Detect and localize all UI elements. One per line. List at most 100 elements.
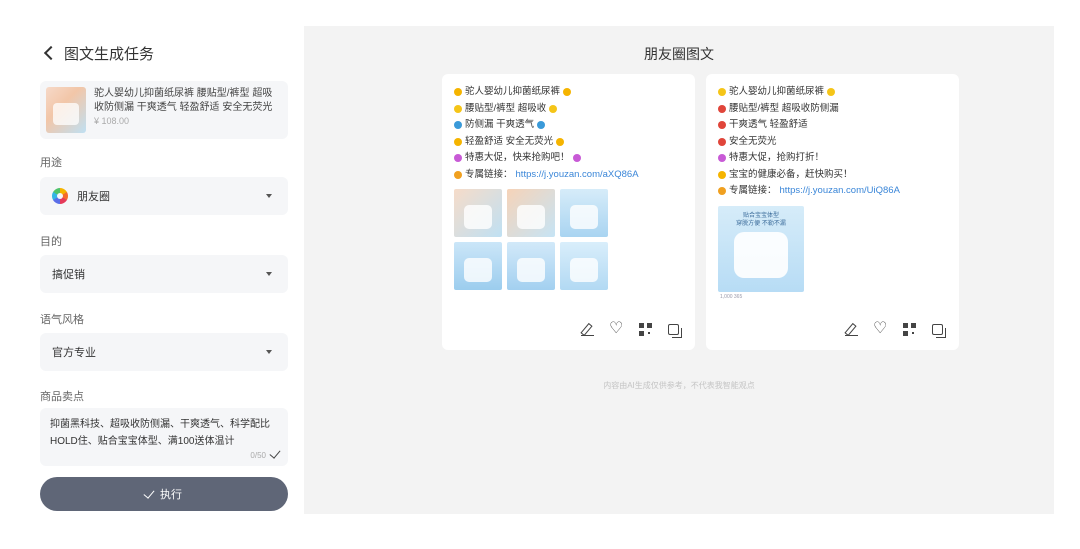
emoji-icon bbox=[454, 170, 462, 179]
pencil-icon[interactable] bbox=[581, 323, 594, 336]
card1-line-text: 驼人婴幼儿抑菌纸尿裤 bbox=[465, 86, 561, 97]
emoji-icon bbox=[454, 154, 462, 163]
execute-label: 执行 bbox=[160, 489, 182, 501]
grid-image[interactable] bbox=[454, 242, 502, 290]
emoji-icon bbox=[537, 121, 546, 130]
preview-title: 朋友圈图文 bbox=[644, 46, 714, 62]
card-actions bbox=[845, 318, 946, 338]
card1-line-text: 防侧漏 干爽透气 bbox=[465, 119, 535, 130]
usage-label: 用途 bbox=[40, 157, 62, 169]
emoji-icon bbox=[454, 104, 462, 113]
back-button[interactable]: 图文生成任务 bbox=[42, 42, 154, 64]
copy-icon[interactable] bbox=[932, 324, 946, 338]
emoji-icon bbox=[718, 88, 726, 97]
card1-line: 驼人婴幼儿抑菌纸尿裤 bbox=[454, 84, 683, 101]
char-counter: 0/50 bbox=[250, 447, 281, 464]
grid-image[interactable] bbox=[560, 189, 608, 237]
moments-card-2[interactable]: 驼人婴幼儿抑菌纸尿裤 腰贴型/裤型 超吸收防侧漏 干爽透气 轻盈舒适 安全无荧光… bbox=[706, 74, 959, 350]
tone-value: 官方专业 bbox=[52, 347, 96, 359]
card1-line: 轻盈舒适 安全无荧光 bbox=[454, 134, 683, 151]
card1-line: 腰贴型/裤型 超吸收 bbox=[454, 101, 683, 118]
emoji-icon bbox=[549, 104, 558, 113]
caret-down-icon bbox=[266, 350, 272, 354]
heart-icon[interactable] bbox=[609, 318, 623, 338]
card2-line: 专属链接： https://j.youzan.com/UiQ86A bbox=[718, 183, 947, 200]
page-title: 图文生成任务 bbox=[64, 45, 155, 63]
card1-line-text: 特惠大促，快来抢购吧！ bbox=[465, 152, 570, 163]
pencil-icon[interactable] bbox=[845, 323, 858, 336]
emoji-icon bbox=[572, 154, 581, 163]
check-icon bbox=[143, 486, 155, 499]
card2-line-text: 安全无荧光 bbox=[729, 135, 777, 147]
grid-image[interactable] bbox=[507, 242, 555, 290]
copy-icon[interactable] bbox=[668, 324, 682, 338]
card1-line: 防侧漏 干爽透气 bbox=[454, 117, 683, 134]
selling-points-input[interactable]: 抑菌黑科技、超吸收防侧漏、干爽透气、科学配比HOLD住、贴合宝宝体型、满100送… bbox=[40, 408, 288, 466]
ai-disclaimer: 内容由AI生成仅供参考，不代表我智能观点 bbox=[603, 381, 755, 390]
product-name: 驼人婴幼儿抑菌纸尿裤 腰贴型/裤型 超吸收防侧漏 干爽透气 轻盈舒适 安全无荧光 bbox=[94, 88, 273, 113]
caret-down-icon bbox=[266, 272, 272, 276]
card1-line-text: 腰贴型/裤型 超吸收 bbox=[465, 102, 547, 114]
card1-line: 专属链接： https://j.youzan.com/aXQ86A bbox=[454, 167, 683, 184]
purpose-select[interactable]: 搞促销 bbox=[40, 255, 288, 293]
emoji-icon bbox=[718, 104, 726, 113]
emoji-icon bbox=[563, 88, 572, 97]
usage-select[interactable]: 朋友圈 bbox=[40, 177, 288, 215]
emoji-icon bbox=[827, 88, 836, 97]
card1-line-text: 轻盈舒适 安全无荧光 bbox=[465, 135, 554, 147]
grid-image[interactable] bbox=[560, 242, 608, 290]
caret-down-icon bbox=[266, 194, 272, 198]
emoji-icon bbox=[718, 187, 726, 196]
product-image-caption: 1,000 365 bbox=[720, 293, 743, 300]
emoji-icon bbox=[718, 154, 726, 163]
moments-icon bbox=[52, 188, 68, 204]
card2-line: 干爽透气 轻盈舒适 bbox=[718, 117, 947, 134]
emoji-icon bbox=[718, 121, 726, 130]
moments-card-1[interactable]: 驼人婴幼儿抑菌纸尿裤 腰贴型/裤型 超吸收 防侧漏 干爽透气 轻盈舒适 安全无荧… bbox=[442, 74, 695, 350]
execute-button[interactable]: 执行 bbox=[40, 477, 288, 511]
product-image-title: 贴合宝宝体型 穿脱方便 不勒不漏 bbox=[736, 212, 786, 227]
purpose-value: 搞促销 bbox=[52, 269, 85, 281]
tone-select[interactable]: 官方专业 bbox=[40, 333, 288, 371]
qr-code-icon[interactable] bbox=[639, 323, 652, 336]
card2-line-text: 特惠大促，抢购打折！ bbox=[729, 152, 825, 163]
chevron-left-icon bbox=[43, 45, 59, 61]
card2-line-text: 干爽透气 轻盈舒适 bbox=[729, 119, 808, 130]
card2-line: 安全无荧光 bbox=[718, 134, 947, 151]
check-icon bbox=[269, 447, 281, 459]
card2-line: 腰贴型/裤型 超吸收防侧漏 bbox=[718, 101, 947, 118]
moments-preview-area: 朋友圈图文 驼人婴幼儿抑菌纸尿裤 腰贴型/裤型 超吸收 防侧漏 干爽透气 轻盈舒… bbox=[304, 26, 1054, 514]
emoji-icon bbox=[718, 137, 726, 146]
tone-label: 语气风格 bbox=[40, 314, 84, 326]
image-grid bbox=[454, 189, 683, 290]
product-card[interactable]: 驼人婴幼儿抑菌纸尿裤 腰贴型/裤型 超吸收防侧漏 干爽透气 轻盈舒适 安全无荧光… bbox=[40, 81, 288, 139]
card-actions bbox=[581, 318, 682, 338]
card2-line-text: 宝宝的健康必备，赶快购买！ bbox=[729, 168, 853, 180]
qr-code-icon[interactable] bbox=[903, 323, 916, 336]
emoji-icon bbox=[718, 170, 726, 179]
product-image[interactable]: 贴合宝宝体型 穿脱方便 不勒不漏 1,000 365 bbox=[718, 205, 804, 300]
card2-link[interactable]: https://j.youzan.com/UiQ86A bbox=[780, 183, 900, 200]
product-price: ¥ 108.00 bbox=[94, 116, 130, 126]
grid-image[interactable] bbox=[454, 189, 502, 237]
purpose-label: 目的 bbox=[40, 236, 62, 248]
product-thumbnail bbox=[46, 87, 86, 133]
selling-points-text: 抑菌黑科技、超吸收防侧漏、干爽透气、科学配比HOLD住、贴合宝宝体型、满100送… bbox=[50, 419, 270, 447]
card2-line: 宝宝的健康必备，赶快购买！ bbox=[718, 167, 947, 184]
card2-line-text: 专属链接： bbox=[729, 185, 777, 196]
card1-link[interactable]: https://j.youzan.com/aXQ86A bbox=[516, 167, 639, 184]
char-counter-text: 0/50 bbox=[250, 451, 266, 460]
heart-icon[interactable] bbox=[873, 318, 887, 338]
emoji-icon bbox=[454, 121, 462, 130]
grid-image[interactable] bbox=[507, 189, 555, 237]
card2-line-text: 驼人婴幼儿抑菌纸尿裤 bbox=[729, 86, 825, 97]
app-root: 图文生成任务 驼人婴幼儿抑菌纸尿裤 腰贴型/裤型 超吸收防侧漏 干爽透气 轻盈舒… bbox=[0, 0, 1080, 549]
task-panel: 图文生成任务 驼人婴幼儿抑菌纸尿裤 腰贴型/裤型 超吸收防侧漏 干爽透气 轻盈舒… bbox=[26, 26, 302, 526]
card2-line: 驼人婴幼儿抑菌纸尿裤 bbox=[718, 84, 947, 101]
card1-line-text: 专属链接： bbox=[465, 168, 513, 180]
selling-points-label: 商品卖点 bbox=[40, 391, 84, 403]
card2-line: 特惠大促，抢购打折！ bbox=[718, 150, 947, 167]
card1-line: 特惠大促，快来抢购吧！ bbox=[454, 150, 683, 167]
emoji-icon bbox=[454, 88, 462, 97]
card2-line-text: 腰贴型/裤型 超吸收防侧漏 bbox=[729, 102, 839, 114]
